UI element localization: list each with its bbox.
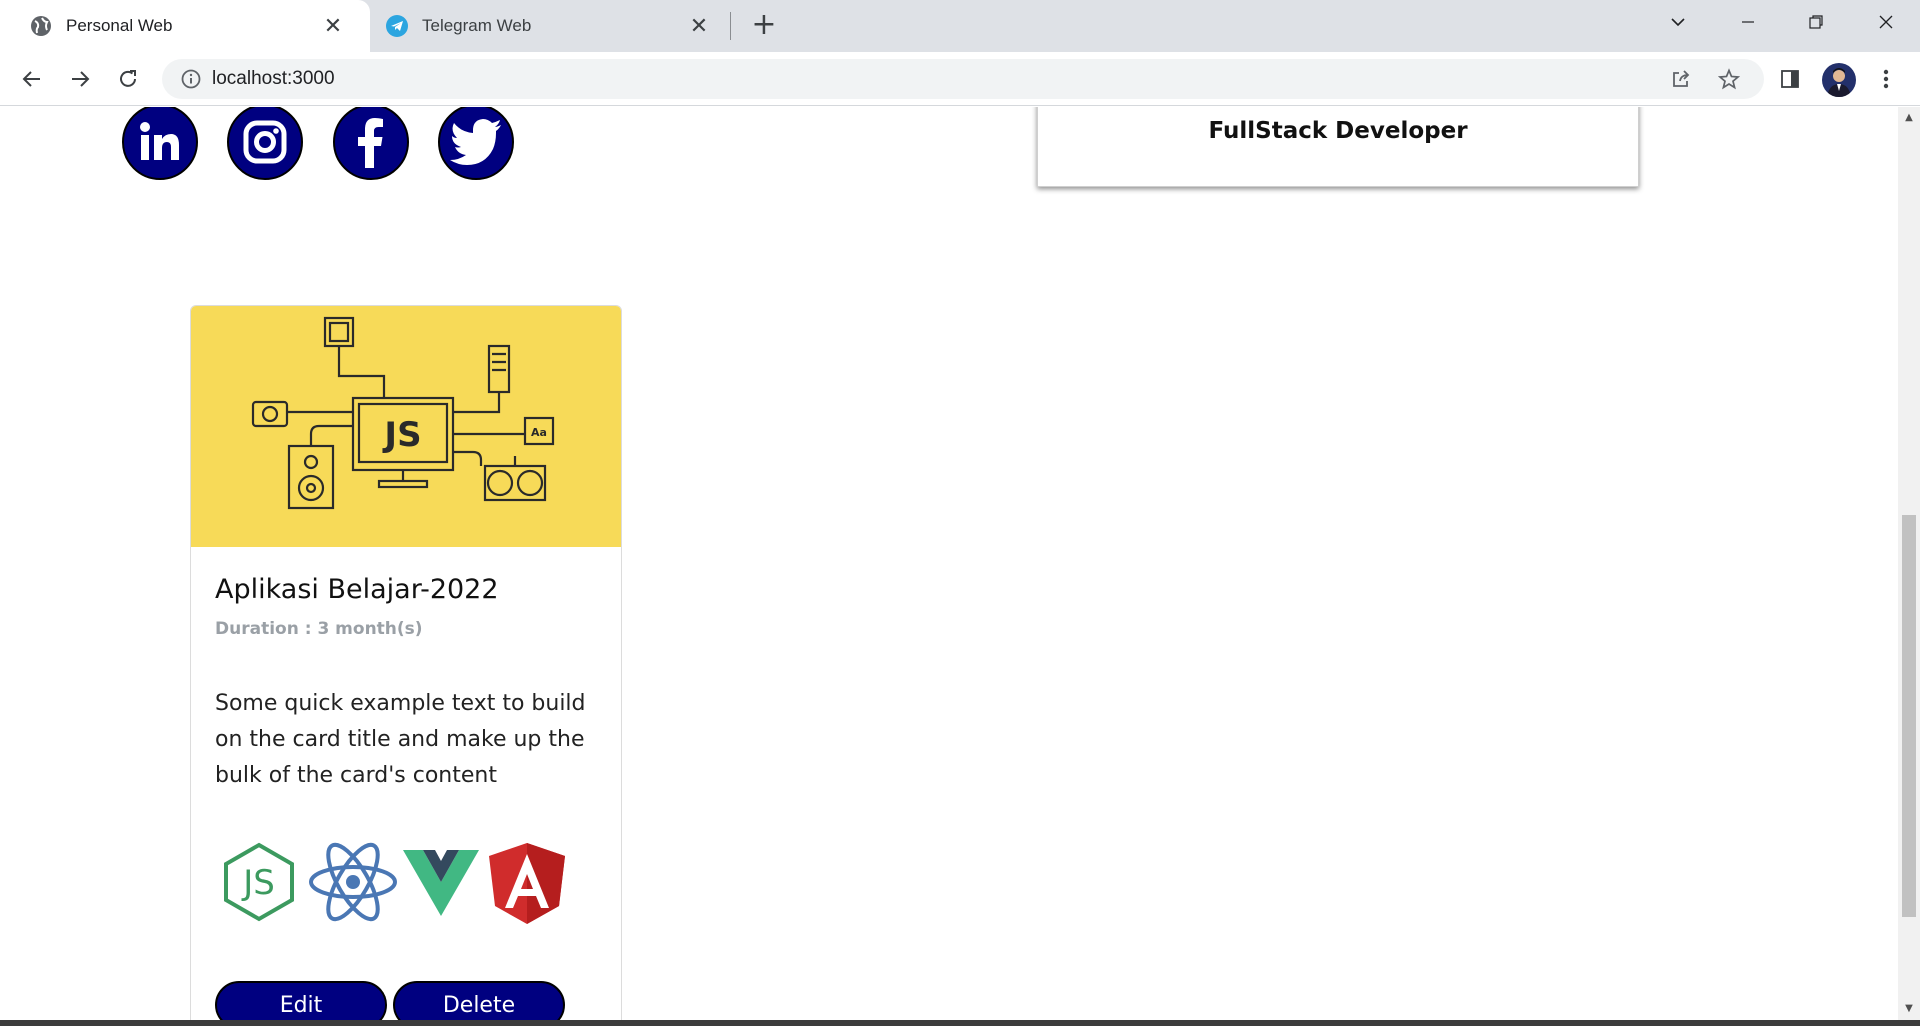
menu-kebab-icon[interactable]	[1868, 61, 1904, 97]
vue-icon	[401, 842, 481, 922]
edit-button[interactable]: Edit	[215, 981, 387, 1020]
project-duration: Duration : 3 month(s)	[215, 619, 423, 639]
facebook-icon[interactable]	[333, 107, 409, 180]
nodejs-icon: JS	[219, 842, 299, 922]
angular-icon	[487, 842, 567, 924]
new-tab-button[interactable]: +	[748, 10, 780, 42]
bookmark-star-icon[interactable]	[1717, 68, 1741, 90]
project-description: Some quick example text to build on the …	[215, 691, 586, 788]
close-tab-icon[interactable]: ✕	[322, 15, 344, 37]
restore-button[interactable]	[1788, 0, 1844, 44]
taskbar-edge	[0, 1020, 1920, 1026]
back-button[interactable]	[14, 61, 50, 97]
tab-telegram-web[interactable]: Telegram Web ✕	[372, 0, 722, 52]
address-bar[interactable]: localhost:3000	[162, 59, 1764, 99]
url-text: localhost:3000	[212, 68, 335, 89]
linkedin-icon[interactable]	[122, 107, 198, 180]
globe-icon	[30, 15, 52, 37]
tab-separator	[730, 12, 731, 40]
delete-button[interactable]: Delete	[393, 981, 565, 1020]
svg-text:Aa: Aa	[531, 426, 547, 439]
reload-button[interactable]	[110, 61, 146, 97]
close-tab-icon[interactable]: ✕	[688, 15, 710, 37]
tab-personal-web[interactable]: Personal Web ✕	[0, 0, 370, 52]
share-icon[interactable]	[1670, 68, 1692, 90]
tab-title: Telegram Web	[422, 16, 532, 35]
react-icon	[307, 842, 403, 922]
twitter-icon[interactable]	[438, 107, 514, 180]
tab-search-icon[interactable]	[1650, 0, 1706, 44]
minimize-button[interactable]	[1720, 0, 1776, 44]
profile-avatar[interactable]	[1822, 63, 1856, 97]
forward-button[interactable]	[62, 61, 98, 97]
side-panel-icon[interactable]	[1772, 61, 1808, 97]
project-image: JS Aa	[191, 306, 621, 547]
tab-title: Personal Web	[66, 16, 173, 35]
close-window-button[interactable]	[1858, 0, 1914, 44]
telegram-icon	[386, 15, 408, 37]
role-card: FullStack Developer	[1037, 107, 1639, 187]
project-title: Aplikasi Belajar-2022	[215, 574, 499, 605]
scroll-up-arrow-icon[interactable]: ▲	[1898, 109, 1920, 127]
role-title: FullStack Developer	[1208, 118, 1468, 144]
js-logo-text: JS	[382, 415, 421, 455]
project-card: JS Aa Aplikasi Belajar-2022 Duration : 3…	[190, 305, 622, 1020]
tab-strip: Personal Web ✕ Telegram Web ✕ +	[0, 0, 1920, 52]
scroll-thumb[interactable]	[1902, 515, 1916, 917]
svg-text:JS: JS	[241, 863, 275, 903]
instagram-icon[interactable]	[227, 107, 303, 180]
page-viewport: FullStack Developer JS Aa Aplikasi Belaj…	[0, 107, 1898, 1020]
page-scrollbar[interactable]: ▲ ▼	[1898, 107, 1920, 1020]
browser-toolbar: localhost:3000	[0, 52, 1920, 106]
scroll-down-arrow-icon[interactable]: ▼	[1898, 1000, 1920, 1018]
site-info-icon[interactable]	[180, 68, 202, 90]
